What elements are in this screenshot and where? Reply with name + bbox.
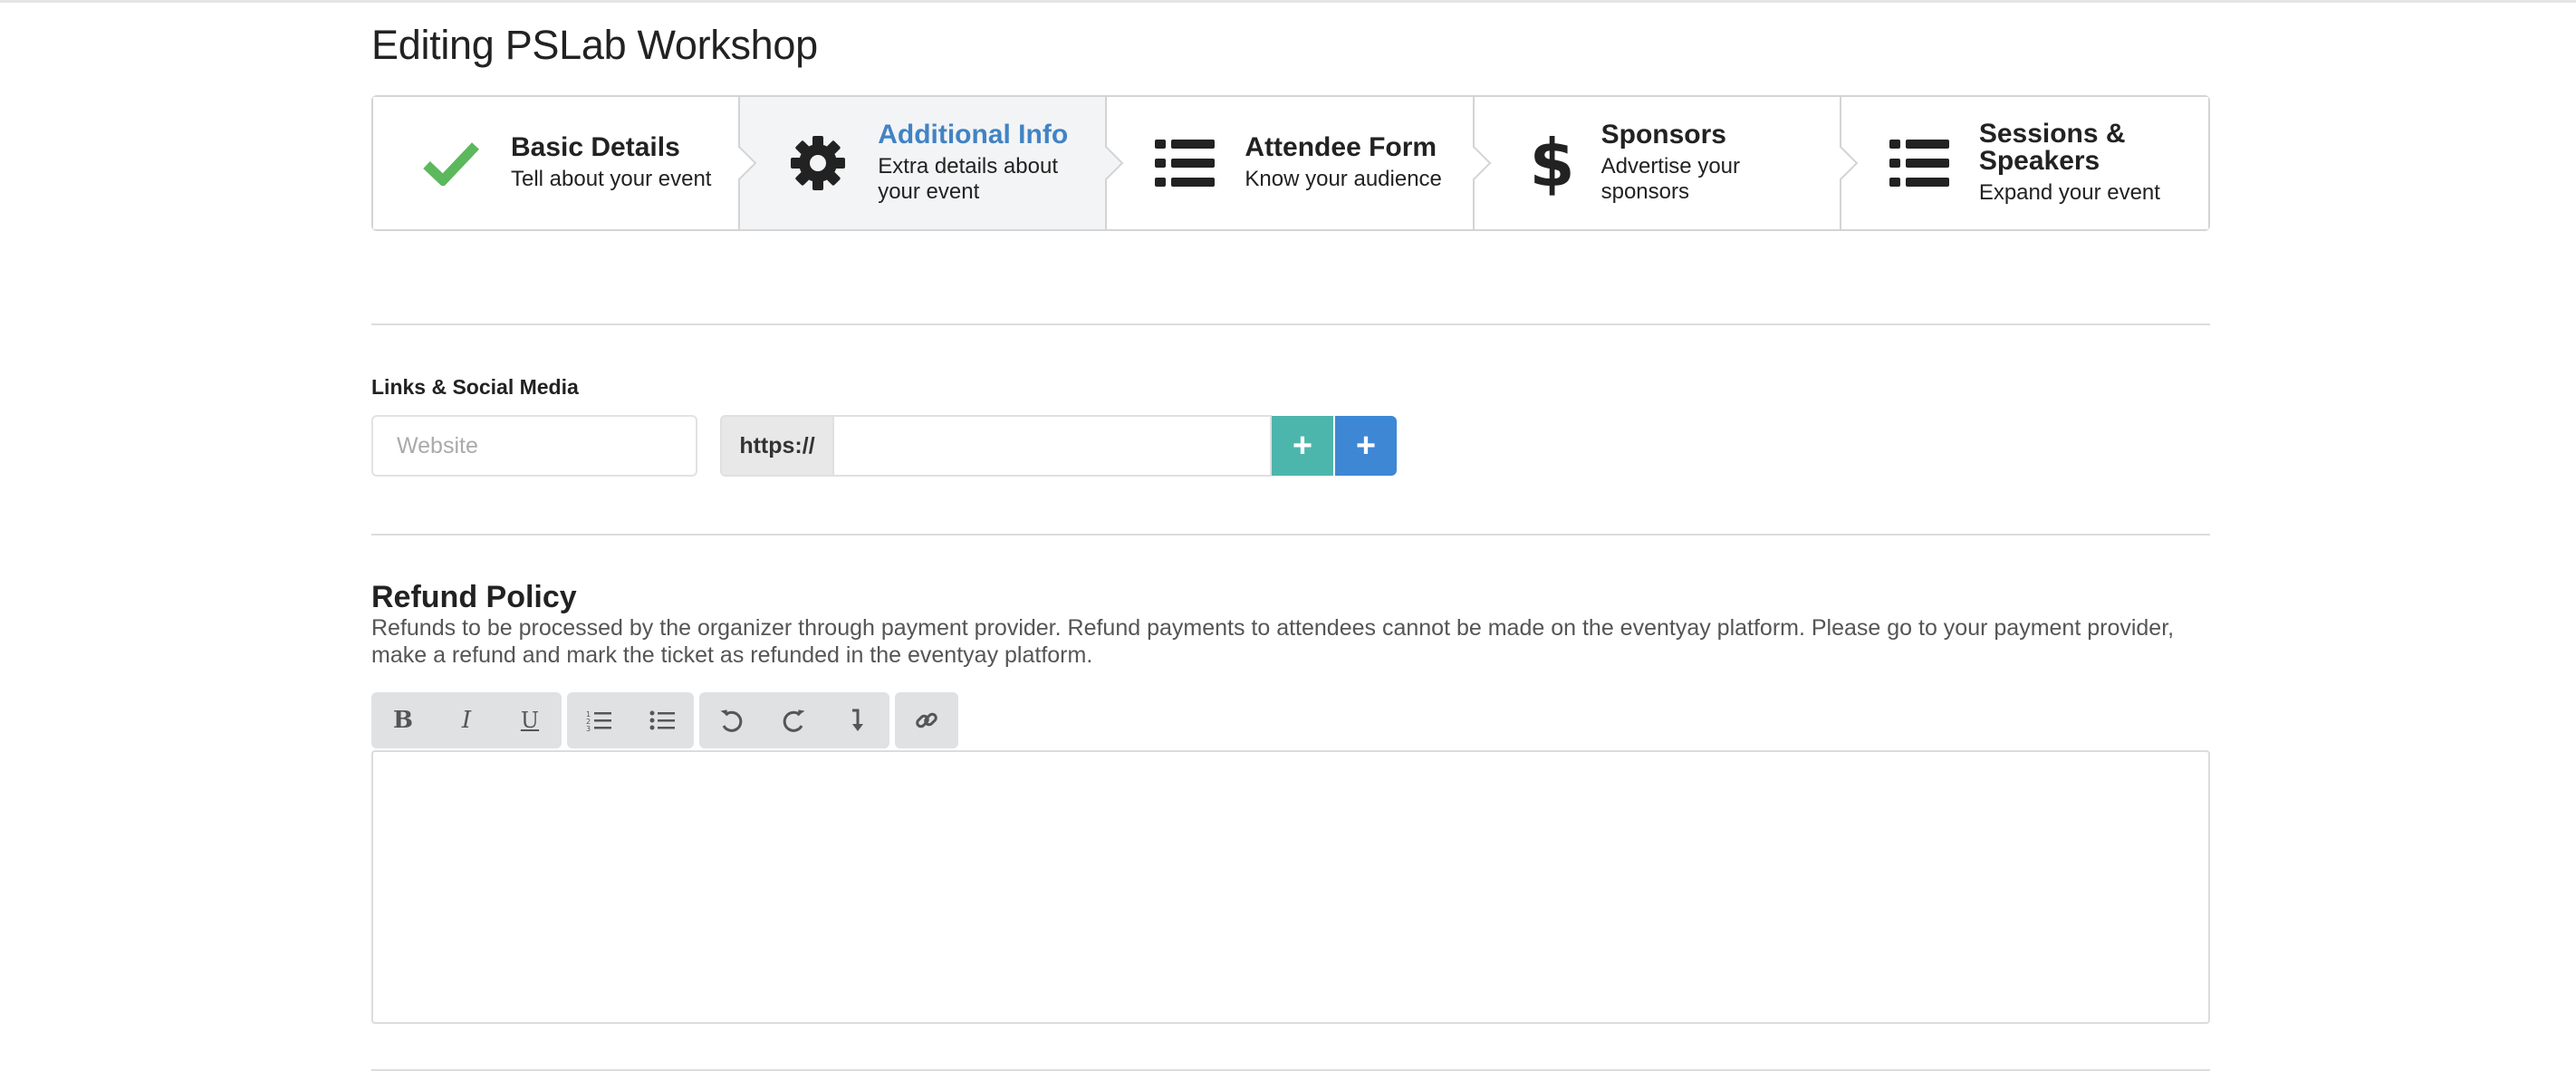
divider — [371, 534, 2210, 536]
history-group — [699, 692, 889, 748]
step-basic-details[interactable]: Basic Details Tell about your event — [373, 97, 757, 229]
list-group: 123 — [567, 692, 694, 748]
plus-icon: + — [1292, 426, 1313, 465]
divider — [371, 323, 2210, 325]
format-group: B I U — [371, 692, 562, 748]
step-sponsors[interactable]: $ Sponsors Advertise your sponsors — [1474, 97, 1859, 229]
add-link-button[interactable]: + — [1272, 416, 1333, 476]
check-icon — [418, 130, 484, 196]
list-icon — [1887, 130, 1952, 196]
step-title: Sessions & Speakers — [1978, 119, 2126, 176]
unordered-list-icon[interactable] — [630, 692, 694, 748]
italic-icon[interactable]: I — [435, 692, 498, 748]
top-border — [0, 0, 2576, 3]
underline-icon[interactable]: U — [498, 692, 562, 748]
url-prefix-label: https:// — [720, 415, 832, 477]
refund-policy-editor[interactable] — [371, 750, 2210, 1024]
link-group — [895, 692, 958, 748]
bold-icon[interactable]: B — [371, 692, 435, 748]
step-title: Sponsors — [1600, 120, 1726, 150]
step-title: Additional Info — [878, 120, 1069, 150]
redo-icon[interactable] — [763, 692, 826, 748]
step-sessions-speakers[interactable]: Sessions & Speakers Expand your event — [1841, 97, 2209, 229]
dollar-icon: $ — [1529, 125, 1575, 201]
url-input[interactable] — [832, 415, 1272, 477]
gear-icon — [785, 130, 851, 196]
add-social-link-button[interactable]: + — [1335, 416, 1397, 476]
refund-policy-title: Refund Policy — [371, 580, 577, 614]
plus-icon: + — [1355, 426, 1377, 465]
step-title: Attendee Form — [1245, 132, 1437, 162]
editor-toolbar: B I U 123 — [371, 692, 964, 748]
svg-text:3: 3 — [586, 725, 591, 731]
ordered-list-icon[interactable]: 123 — [567, 692, 630, 748]
refund-policy-description: Refunds to be processed by the organizer… — [371, 615, 2175, 668]
website-input[interactable] — [371, 415, 697, 477]
line-break-icon[interactable] — [826, 692, 889, 748]
step-title: Basic Details — [511, 132, 680, 162]
step-description: Advertise your sponsors — [1600, 154, 1741, 204]
step-attendee-form[interactable]: Attendee Form Know your audience — [1107, 97, 1491, 229]
undo-icon[interactable] — [699, 692, 763, 748]
step-additional-info[interactable]: Additional Info Extra details about your… — [740, 97, 1124, 229]
links-label: Links & Social Media — [371, 375, 579, 399]
url-input-group: https:// + + — [720, 415, 1397, 477]
step-description: Expand your event — [1978, 180, 2160, 205]
step-description: Extra details about your event — [878, 154, 1058, 204]
step-wizard: Basic Details Tell about your event Addi… — [371, 95, 2210, 231]
list-icon — [1152, 130, 1217, 196]
step-description: Know your audience — [1245, 167, 1442, 191]
link-icon[interactable] — [895, 692, 958, 748]
step-description: Tell about your event — [511, 167, 712, 191]
page-title: Editing PSLab Workshop — [371, 22, 818, 68]
